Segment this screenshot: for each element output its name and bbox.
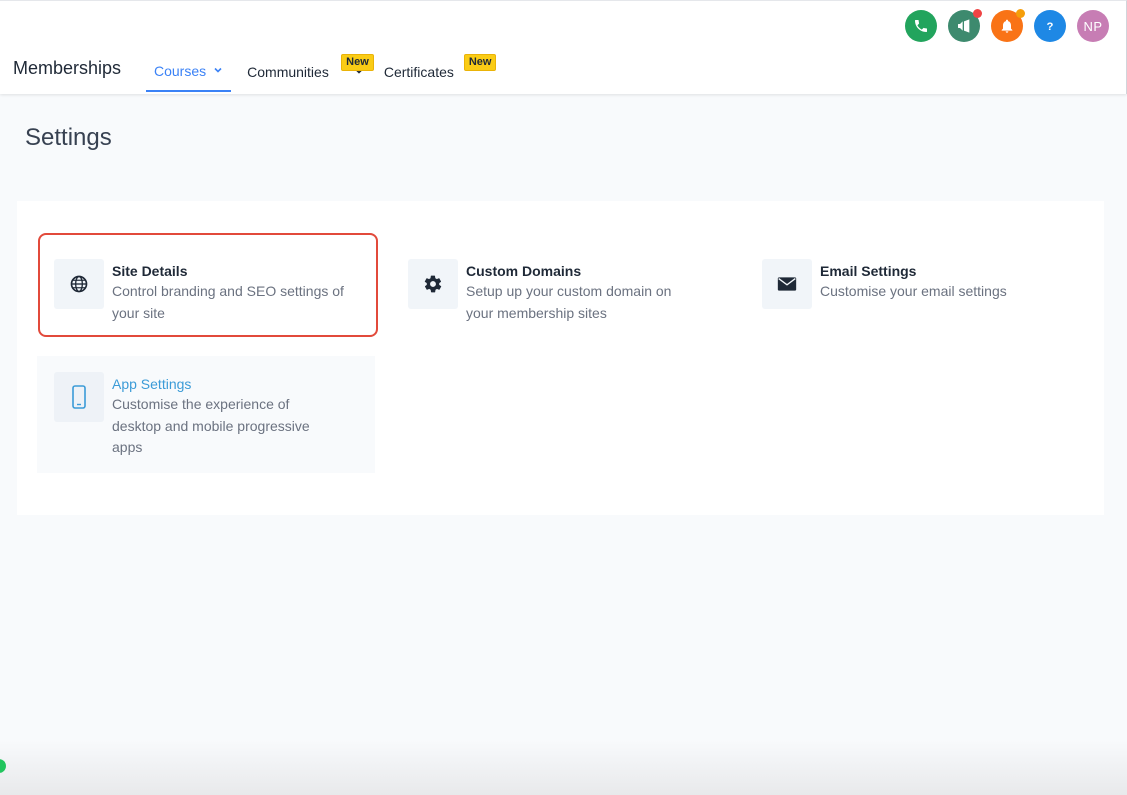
main-nav: Courses Communities New Certificates New [146, 49, 497, 92]
notifications-button[interactable] [991, 9, 1025, 42]
nav-communities-label: Communities [247, 64, 329, 80]
site-details-desc: Control branding and SEO settings of you… [112, 283, 344, 321]
notification-dot [1016, 9, 1025, 18]
app-settings-title: App Settings [112, 376, 192, 392]
nav-communities[interactable]: Communities New [247, 49, 374, 92]
app-settings-card[interactable]: App Settings Customise the experience of… [37, 356, 375, 473]
custom-domains-desc: Setup up your custom domain on your memb… [466, 283, 672, 321]
mobile-phone-icon [72, 385, 86, 409]
phone-icon [915, 20, 927, 32]
nav-certificates-label: Certificates [383, 64, 454, 80]
custom-domains-title: Custom Domains [466, 263, 582, 279]
site-details-card[interactable]: Site Details Control branding and SEO se… [38, 233, 378, 337]
help-button[interactable]: ? [1034, 10, 1066, 42]
new-badge: New [341, 54, 374, 71]
nav-certificates[interactable]: Certificates New [383, 49, 497, 92]
page-title: Settings [25, 124, 112, 151]
gear-icon [424, 275, 442, 293]
site-details-title: Site Details [112, 263, 188, 279]
globe-icon [70, 275, 88, 293]
brand-title: Memberships [13, 58, 122, 78]
nav-courses-label: Courses [154, 63, 207, 79]
bell-icon [1001, 19, 1013, 33]
email-settings-card[interactable]: Email Settings Customise your email sett… [762, 259, 1082, 309]
app-settings-icon-tile [54, 372, 104, 422]
megaphone-icon [958, 19, 970, 33]
phone-button[interactable] [905, 10, 937, 42]
notification-dot [973, 9, 982, 18]
header-actions: ? NP [905, 9, 1109, 42]
custom-domains-icon-tile [408, 259, 458, 309]
email-settings-title: Email Settings [820, 263, 917, 279]
avatar[interactable]: NP [1077, 10, 1109, 42]
announcements-button[interactable] [948, 9, 982, 42]
chevron-down-icon [214, 67, 222, 73]
help-icon: ? [1047, 21, 1054, 33]
top-bar: ? NP Memberships Courses Communities New… [0, 0, 1127, 94]
svg-text:?: ? [1047, 21, 1054, 33]
email-settings-desc: Customise your email settings [820, 283, 1007, 299]
new-badge: New [463, 54, 497, 71]
avatar-initials: NP [1083, 18, 1103, 34]
custom-domains-card[interactable]: Custom Domains Setup up your custom doma… [408, 259, 708, 324]
site-details-icon-tile [54, 259, 104, 309]
app-settings-desc: Customise the experience of desktop and … [112, 396, 310, 455]
envelope-icon [777, 277, 797, 291]
bottom-shade [0, 740, 1127, 795]
email-settings-icon-tile [762, 259, 812, 309]
nav-courses[interactable]: Courses [146, 49, 232, 92]
